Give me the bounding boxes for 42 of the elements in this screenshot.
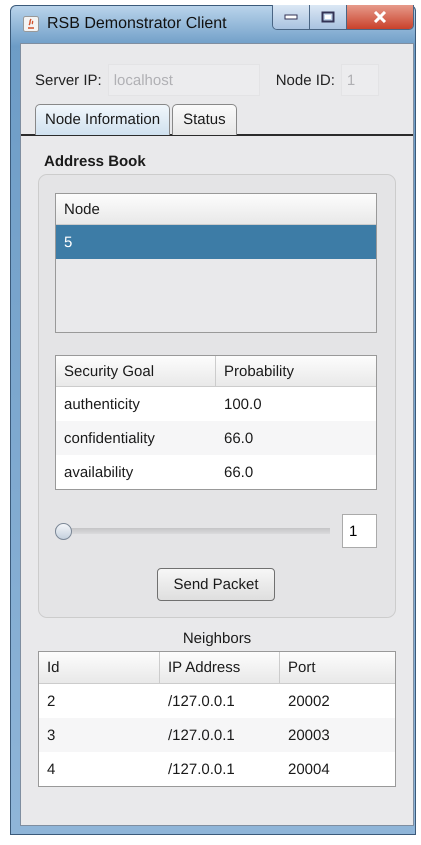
column-header[interactable]: Security Goal xyxy=(56,356,216,386)
table-cell-text: 20002 xyxy=(287,692,331,710)
close-button[interactable] xyxy=(347,5,413,29)
table-cell-text: 20004 xyxy=(287,760,331,778)
minimize-button[interactable] xyxy=(273,5,310,29)
table-cell-text: 66.0 xyxy=(223,430,254,446)
tab[interactable]: Status xyxy=(172,104,237,135)
column-header[interactable]: Port xyxy=(280,652,395,683)
tab[interactable]: Node Information xyxy=(35,104,170,135)
table-cell-text: 5 xyxy=(63,234,74,250)
table-row[interactable]: confidentiality 66.0 xyxy=(56,421,376,455)
table-cell-text: 2 xyxy=(46,692,56,710)
number-field[interactable]: 1 xyxy=(342,514,377,548)
table-cell-text: /127.0.0.1 xyxy=(167,692,236,710)
table-cell-text: authenticity xyxy=(63,396,141,412)
table-row[interactable]: 3 /127.0.0.1 20003 xyxy=(39,718,395,752)
send-packet-button[interactable]: Send Packet xyxy=(157,568,275,601)
table-cell-text: 66.0 xyxy=(223,464,254,480)
minimize-icon xyxy=(284,14,298,20)
section-title: Neighbors xyxy=(182,630,252,647)
window-title: RSB Demonstrator Client xyxy=(47,15,227,33)
section-title: Address Book xyxy=(44,153,147,170)
column-header[interactable]: IP Address xyxy=(160,652,280,683)
table-cell-text: confidentiality xyxy=(63,430,156,446)
app-icon xyxy=(23,16,39,32)
table-cell-text: /127.0.0.1 xyxy=(167,760,236,778)
table-cell-text: 4 xyxy=(46,760,56,778)
column-header[interactable]: Node xyxy=(56,194,376,224)
table-cell-text: /127.0.0.1 xyxy=(167,726,236,744)
close-icon xyxy=(372,11,388,23)
server-ip-label: Server IP: xyxy=(35,72,102,88)
maximize-icon xyxy=(321,11,335,23)
slider-thumb[interactable] xyxy=(55,522,72,540)
column-header[interactable]: Id xyxy=(39,652,160,683)
table-cell-text: availability xyxy=(63,464,134,480)
maximize-button[interactable] xyxy=(310,5,347,29)
node-id-label: Node ID: xyxy=(276,72,335,88)
column-header[interactable]: Probability xyxy=(216,356,376,386)
table-cell-text: 100.0 xyxy=(223,396,263,412)
table-cell-text: 3 xyxy=(46,726,56,744)
table-row[interactable]: 5 xyxy=(56,225,376,259)
table-cell-text: 20003 xyxy=(287,726,331,744)
